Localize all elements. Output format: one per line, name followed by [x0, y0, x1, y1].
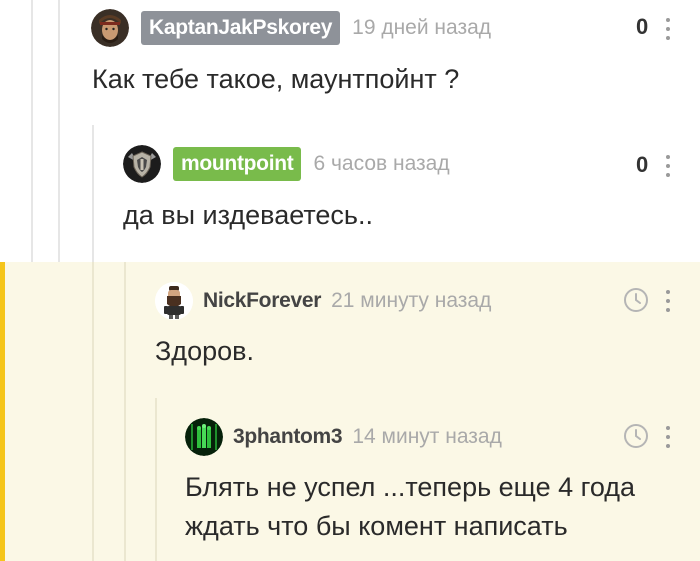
comment-header: mountpoint 6 часов назад: [123, 144, 450, 184]
thread-line: [155, 398, 157, 561]
author-name[interactable]: KaptanJakPskorey: [141, 11, 341, 45]
thread-line: [92, 262, 94, 561]
new-comment-marker: [0, 262, 5, 561]
comment-text: Здоров.: [155, 336, 254, 366]
pirate-avatar-icon[interactable]: [91, 9, 129, 47]
more-options-icon[interactable]: [665, 426, 671, 448]
comment-header: NickForever 21 минуту назад: [155, 281, 491, 321]
comment-time[interactable]: 19 дней назад: [352, 16, 491, 40]
clock-icon[interactable]: [623, 287, 649, 313]
comment-text: Блять не успел ...теперь еще 4 года ждат…: [185, 468, 635, 546]
comment-header: KaptanJakPskorey 19 дней назад: [91, 8, 491, 48]
comment-text-line: Блять не успел ...теперь еще 4 года: [185, 472, 636, 502]
clock-icon[interactable]: [623, 423, 649, 449]
comment-text-line: ждать что бы комент написать: [185, 511, 568, 541]
comment-header: 3phantom3 14 минут назад: [185, 417, 502, 457]
comment-text: Как тебе такое, маунтпойнт ?: [92, 64, 460, 94]
comment-time[interactable]: 21 минуту назад: [331, 289, 491, 313]
comment-rating: 0: [636, 14, 649, 39]
comment-time[interactable]: 6 часов назад: [313, 152, 449, 176]
matrix-avatar-icon[interactable]: [185, 418, 223, 456]
comment-time[interactable]: 14 минут назад: [352, 425, 502, 449]
more-options-icon[interactable]: [665, 18, 671, 40]
thread-line: [124, 262, 126, 561]
author-name[interactable]: mountpoint: [173, 147, 302, 181]
shield-emblem-avatar-icon[interactable]: [123, 145, 161, 183]
author-name[interactable]: 3phantom3: [233, 425, 343, 449]
comment-rating: 0: [636, 152, 649, 177]
comment-text: да вы издеваетесь..: [123, 200, 373, 230]
bearded-man-avatar-icon[interactable]: [155, 282, 193, 320]
more-options-icon[interactable]: [665, 155, 671, 177]
more-options-icon[interactable]: [665, 290, 671, 312]
author-name[interactable]: NickForever: [203, 289, 321, 313]
